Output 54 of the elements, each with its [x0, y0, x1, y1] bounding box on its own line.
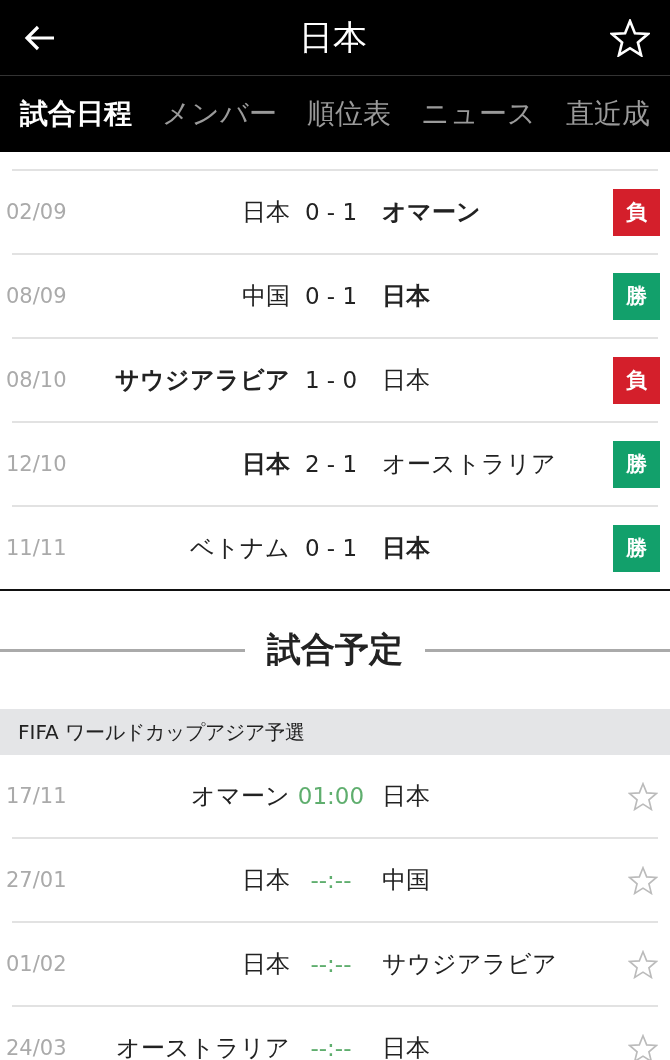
away-team: 日本: [381, 281, 431, 312]
away-team: オーストラリア: [381, 449, 557, 480]
match-date: 02/09: [6, 200, 68, 224]
star-icon[interactable]: [628, 781, 658, 811]
star-icon[interactable]: [628, 949, 658, 979]
kickoff-time: --:--: [309, 951, 353, 977]
match-date: 24/03: [6, 1036, 68, 1060]
match-date: 12/10: [6, 452, 68, 476]
away-team: 日本: [381, 533, 431, 564]
match-date: 08/09: [6, 284, 68, 308]
home-team: 日本: [241, 449, 290, 480]
away-team: サウジアラビア: [381, 949, 558, 980]
tab[interactable]: 直近成: [566, 95, 650, 133]
match-date: 08/10: [6, 368, 68, 392]
home-team: 日本: [241, 197, 290, 228]
home-team: オマーン: [190, 781, 290, 812]
home-team: 中国: [241, 281, 290, 312]
header-title: 日本: [299, 15, 367, 59]
tab[interactable]: 試合日程: [20, 95, 132, 133]
result-badge: 負: [613, 188, 660, 236]
back-arrow-icon[interactable]: [24, 23, 56, 52]
match-score: 1 - 0: [303, 367, 359, 393]
tab[interactable]: ニュース: [421, 95, 536, 133]
result-badge: 負: [613, 356, 660, 404]
competition-bar: FIFA ワールドカップアジア予選: [0, 709, 670, 755]
star-icon[interactable]: [628, 865, 658, 895]
match-score: 0 - 1: [303, 283, 359, 309]
kickoff-time: --:--: [309, 867, 353, 893]
match-date: 27/01: [6, 868, 68, 892]
away-team: 日本: [381, 365, 431, 396]
match-score: 2 - 1: [303, 451, 359, 477]
match-score: 0 - 1: [303, 199, 359, 225]
match-date: 11/11: [6, 536, 68, 560]
match-date: 17/11: [6, 784, 68, 808]
match-date: 01/02: [6, 952, 68, 976]
result-badge: 勝: [613, 440, 660, 488]
home-team: サウジアラビア: [114, 365, 290, 396]
match-score: 0 - 1: [303, 535, 359, 561]
tab[interactable]: メンバー: [162, 95, 277, 133]
home-team: 日本: [241, 865, 290, 896]
kickoff-time: 01:00: [296, 783, 366, 809]
result-badge: 勝: [613, 524, 660, 572]
away-team: オマーン: [381, 197, 482, 228]
home-team: オーストラリア: [115, 1033, 290, 1060]
away-team: 中国: [381, 865, 431, 896]
home-team: ベトナム: [189, 533, 290, 564]
kickoff-time: --:--: [309, 1035, 353, 1060]
tab[interactable]: 順位表: [307, 95, 391, 133]
away-team: 日本: [381, 781, 431, 812]
star-icon[interactable]: [628, 1033, 658, 1060]
section-heading: 試合予定: [267, 628, 403, 671]
away-team: 日本: [381, 1033, 431, 1060]
home-team: 日本: [241, 949, 290, 980]
result-badge: 勝: [613, 272, 660, 320]
